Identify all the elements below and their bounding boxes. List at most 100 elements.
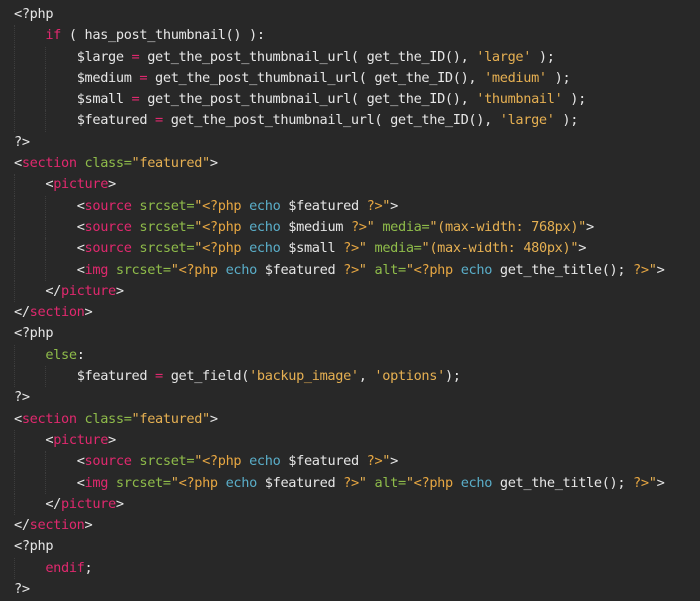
code-line[interactable]: <img srcset="<?php echo $featured ?>" al…: [0, 259, 700, 281]
code-token: media=: [382, 218, 430, 235]
indent-guide: [14, 195, 15, 217]
code-line[interactable]: else:: [0, 344, 700, 367]
code-token: picture: [61, 495, 116, 512]
code-token: >: [209, 410, 218, 427]
code-token: echo: [249, 453, 281, 470]
code-token: img: [84, 474, 109, 491]
code-token: ": [194, 218, 203, 235]
code-line[interactable]: <source srcset="<?php echo $small ?>" me…: [0, 238, 700, 260]
code-token: <: [45, 431, 54, 448]
code-line[interactable]: <source srcset="<?php echo $featured ?>"…: [0, 451, 700, 473]
code-token: $featured: [280, 453, 367, 470]
code-token: section: [21, 410, 77, 427]
code-line[interactable]: </picture>: [0, 280, 700, 303]
code-token: source: [84, 240, 132, 257]
code-token: $featured: [256, 474, 344, 491]
code-line[interactable]: <img srcset="<?php echo $featured ?>" al…: [0, 472, 700, 494]
code-line[interactable]: $large = get_the_post_thumbnail_url( get…: [0, 46, 700, 68]
code-line[interactable]: $featured = get_the_post_thumbnail_url( …: [0, 110, 700, 132]
indent-guide: [45, 46, 47, 68]
indent-guide: [14, 238, 15, 260]
code-line[interactable]: $small = get_the_post_thumbnail_url( get…: [0, 89, 700, 111]
code-line[interactable]: <?php: [0, 4, 700, 25]
code-token: <?php: [14, 6, 54, 22]
indentation: [14, 283, 45, 299]
code-token: <: [76, 197, 85, 214]
code-line[interactable]: <?php: [0, 536, 700, 557]
code-token: <?php: [178, 261, 219, 278]
code-token: get_the_title();: [492, 261, 634, 278]
code-line[interactable]: ?>: [0, 579, 700, 600]
code-token: ": [382, 197, 391, 214]
indent-guide: [45, 259, 47, 281]
code-token: echo: [249, 197, 281, 214]
code-token: echo: [225, 474, 258, 491]
code-token: ": [194, 240, 203, 257]
code-token: $featured: [76, 112, 156, 129]
code-token: =: [155, 368, 163, 385]
code-line[interactable]: <picture>: [0, 429, 700, 452]
code-editor[interactable]: <?php if ( has_post_thumbnail() ): $larg…: [0, 0, 700, 601]
indent-guide: [45, 195, 47, 217]
indentation: [14, 496, 45, 512]
indent-guide: [14, 344, 15, 367]
code-line[interactable]: $medium = get_the_post_thumbnail_url( ge…: [0, 67, 700, 90]
code-token: </: [45, 495, 62, 512]
code-token: <: [76, 261, 85, 278]
indent-guide: [45, 472, 47, 494]
code-token: <?php: [413, 261, 454, 278]
indent-guide: [45, 366, 47, 388]
code-token: </: [14, 304, 30, 321]
code-token: get_the_post_thumbnail_url( get_the_ID()…: [139, 48, 477, 65]
code-line[interactable]: endif;: [0, 557, 700, 580]
code-token: $featured: [76, 368, 156, 385]
code-token: ": [170, 261, 179, 278]
code-token: >: [115, 282, 124, 299]
indentation: [14, 27, 45, 43]
indent-guide: [14, 429, 15, 452]
code-token: ": [382, 453, 391, 470]
indent-guide: [45, 238, 47, 260]
code-token: picture: [53, 176, 109, 193]
code-line[interactable]: <source srcset="<?php echo $medium ?>" m…: [0, 216, 700, 239]
code-token: srcset=: [115, 261, 171, 278]
code-token: get_field(: [162, 368, 250, 385]
code-token: :: [76, 346, 85, 363]
code-token: echo: [249, 218, 281, 235]
code-token: source: [84, 453, 132, 470]
code-token: get_the_post_thumbnail_url( get_the_ID()…: [139, 91, 477, 108]
code-token: 'options': [374, 368, 445, 385]
code-token: srcset=: [115, 474, 171, 491]
code-line[interactable]: <section class="featured">: [0, 409, 700, 430]
code-line[interactable]: </section>: [0, 302, 700, 323]
indent-guide: [14, 557, 15, 580]
code-line[interactable]: <?php: [0, 323, 700, 344]
code-line[interactable]: ?>: [0, 387, 700, 408]
code-line[interactable]: if ( has_post_thumbnail() ):: [0, 25, 700, 47]
indent-guide: [14, 110, 15, 132]
code-line[interactable]: </section>: [0, 515, 700, 536]
code-line[interactable]: <source srcset="<?php echo $featured ?>"…: [0, 195, 700, 217]
code-token: img: [84, 261, 109, 278]
code-token: ": [358, 240, 367, 257]
code-token: else: [45, 346, 77, 363]
code-token: $large: [76, 48, 132, 65]
code-line[interactable]: </picture>: [0, 493, 700, 516]
code-line[interactable]: $featured = get_field('backup_image', 'o…: [0, 366, 700, 388]
code-token: <: [14, 155, 22, 172]
code-line[interactable]: <section class="featured">: [0, 153, 700, 174]
indent-guide: [14, 216, 15, 239]
code-line[interactable]: ?>: [0, 132, 700, 153]
indent-guide: [45, 216, 47, 239]
indent-guide: [14, 46, 15, 68]
code-token: source: [84, 218, 132, 235]
code-line[interactable]: <picture>: [0, 174, 700, 196]
code-token: <: [76, 240, 85, 257]
code-token: ?>: [366, 197, 383, 214]
